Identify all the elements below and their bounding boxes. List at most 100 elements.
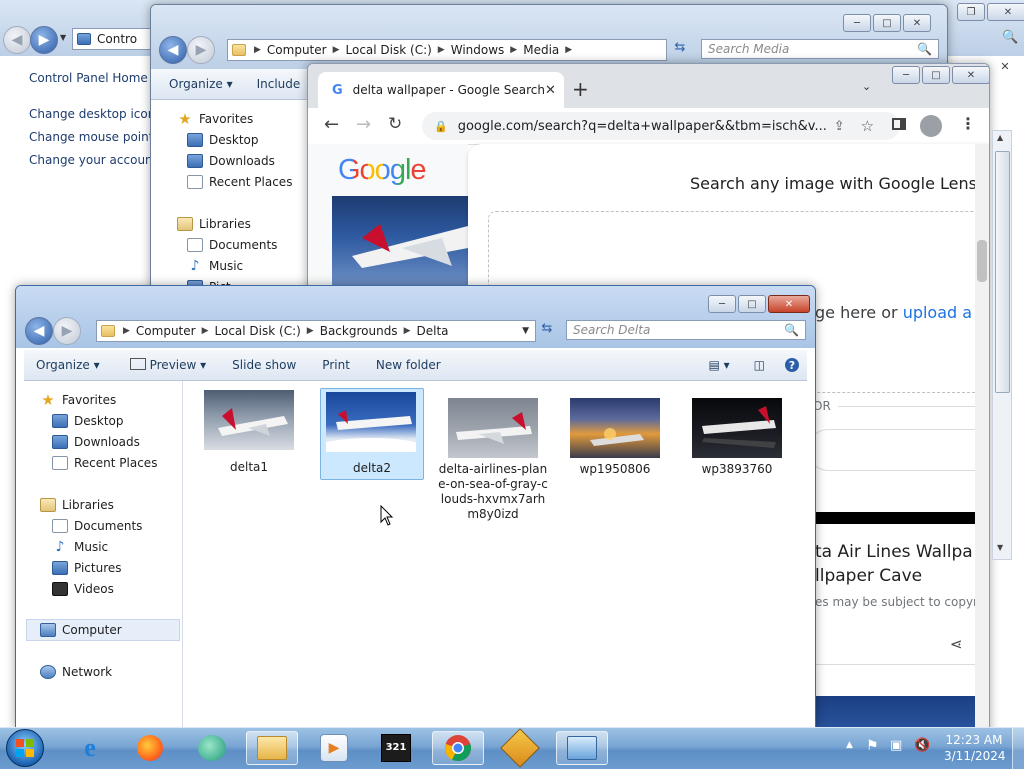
background-scrollbar[interactable]: ▲ ▼ [992, 130, 1012, 560]
breadcrumb-backgrounds[interactable]: Backgrounds [320, 324, 398, 338]
maximize-button[interactable]: □ [922, 66, 950, 84]
image-link-input[interactable] [808, 429, 989, 471]
organize-menu[interactable]: Organize ▾ [165, 75, 237, 93]
forward-icon[interactable]: → [356, 114, 371, 135]
file-item[interactable]: wp3893760 [682, 388, 792, 478]
media-player-classic-icon[interactable]: 321 [370, 731, 422, 765]
change-desktop-icons-link[interactable]: Change desktop icons [29, 107, 162, 121]
new-tab-button[interactable]: + [572, 77, 589, 101]
minimize-button[interactable]: ─ [892, 66, 920, 84]
change-mouse-pointer-link[interactable]: Change mouse pointer [29, 130, 166, 144]
back-button[interactable]: ◀ [25, 317, 53, 345]
nav-libraries[interactable]: Libraries [40, 498, 114, 512]
search-icon[interactable]: 🔍 [1002, 30, 1018, 45]
breadcrumb-computer[interactable]: Computer [136, 324, 196, 338]
close-button[interactable]: ✕ [987, 3, 1024, 21]
profile-avatar[interactable] [920, 115, 942, 137]
clock[interactable]: 12:23 AM 3/11/2024 [944, 732, 1006, 764]
maximize-button[interactable]: □ [738, 295, 766, 313]
winamp-icon[interactable] [494, 728, 546, 768]
preview-menu[interactable]: Preview ▾ [126, 356, 211, 374]
nav-documents[interactable]: Documents [187, 238, 277, 252]
address-bar[interactable]: ▶ Computer ▶ Local Disk (C:) ▶ Backgrounds… [96, 320, 536, 342]
reload-icon[interactable]: ↻ [388, 114, 402, 134]
omnibox[interactable]: 🔒 google.com/search?q=delta+wallpaper&&t… [422, 112, 900, 140]
nav-music[interactable]: ♪ Music [52, 540, 109, 554]
breadcrumb-local-disk[interactable]: Local Disk (C:) [346, 43, 432, 57]
include-menu[interactable]: Include [253, 75, 305, 93]
new-folder-button[interactable]: New folder [372, 356, 445, 374]
organize-menu[interactable]: Organize ▾ [32, 356, 104, 374]
nav-desktop[interactable]: Desktop [187, 133, 259, 147]
page-scrollbar[interactable] [975, 144, 989, 744]
forward-button[interactable]: ▶ [30, 26, 58, 54]
breadcrumb-media[interactable]: Media [523, 43, 559, 57]
volume-muted-icon[interactable]: 🔇 [914, 738, 930, 753]
nav-downloads[interactable]: Downloads [52, 435, 140, 449]
search-icon[interactable]: 🔍 [784, 323, 799, 337]
print-button[interactable]: Print [318, 356, 354, 374]
file-item[interactable]: delta-airlines-plane-on-sea-of-gray-clou… [438, 388, 548, 528]
minimize-button[interactable]: ─ [843, 14, 871, 32]
action-center-icon[interactable]: ⚑ [866, 738, 879, 754]
bookmark-star-icon[interactable]: ☆ [861, 117, 874, 135]
back-button[interactable]: ◀ [159, 36, 187, 64]
nav-network[interactable]: Network [40, 665, 112, 679]
forward-button[interactable]: ▶ [53, 317, 81, 345]
show-hidden-icons-button[interactable]: ▲ [846, 740, 853, 750]
close-button[interactable]: ✕ [768, 295, 810, 313]
back-button[interactable]: ◀ [3, 26, 31, 54]
search-input[interactable]: Search Delta 🔍 [566, 320, 806, 340]
media-player-icon[interactable]: ▶ [308, 731, 360, 765]
scroll-down-arrow[interactable]: ▼ [997, 543, 1003, 552]
control-panel-home-link[interactable]: Control Panel Home [29, 71, 148, 85]
internet-explorer-icon[interactable]: e [64, 731, 116, 765]
search-icon[interactable]: 🔍 [917, 42, 932, 56]
nav-recent-places[interactable]: Recent Places [187, 175, 292, 189]
start-button[interactable] [6, 729, 44, 767]
search-input[interactable]: Search Media 🔍 [701, 39, 939, 59]
restore-button[interactable]: ❐ [957, 3, 985, 21]
nav-libraries[interactable]: Libraries [177, 217, 251, 231]
scrollbar-thumb[interactable] [977, 240, 987, 282]
nav-videos[interactable]: Videos [52, 582, 114, 596]
chrome-tab[interactable]: G delta wallpaper - Google Search ✕ [318, 72, 564, 108]
result-dark-banner[interactable] [815, 512, 989, 524]
chrome-menu-icon[interactable]: ⋮ [960, 114, 976, 133]
share-icon[interactable]: ⇪ [834, 119, 845, 134]
slideshow-button[interactable]: Slide show [228, 356, 300, 374]
preview-pane-icon[interactable]: ◫ [750, 356, 769, 374]
nav-favorites[interactable]: ★ Favorites [40, 393, 116, 408]
close-button[interactable]: ✕ [903, 14, 931, 32]
file-item-selected[interactable]: delta2 [320, 388, 424, 480]
forward-button[interactable]: ▶ [187, 36, 215, 64]
nav-downloads[interactable]: Downloads [187, 154, 275, 168]
windows-explorer-icon[interactable] [246, 731, 298, 765]
firefox-icon[interactable] [124, 731, 176, 765]
network-tray-icon[interactable]: ▣ [890, 738, 902, 753]
nav-favorites[interactable]: ★ Favorites [177, 112, 253, 127]
nav-desktop[interactable]: Desktop [52, 414, 124, 428]
control-panel-icon[interactable] [556, 731, 608, 765]
breadcrumb-windows[interactable]: Windows [451, 43, 505, 57]
result-thumbnail-plane[interactable] [332, 196, 468, 286]
close-button[interactable]: ✕ [952, 66, 989, 84]
breadcrumb-computer[interactable]: Computer [267, 43, 327, 57]
help-icon[interactable]: ? [785, 358, 799, 372]
breadcrumb-local-disk[interactable]: Local Disk (C:) [215, 324, 301, 338]
back-icon[interactable]: ← [324, 114, 339, 135]
address-dropdown-icon[interactable]: ▼ [522, 326, 529, 336]
minimize-button[interactable]: ─ [708, 295, 736, 313]
change-view-icon[interactable]: ▤ ▾ [704, 356, 733, 374]
tab-search-icon[interactable]: ⌄ [862, 80, 871, 93]
chrome-icon[interactable] [432, 731, 484, 765]
tab-close-icon[interactable]: ✕ [545, 83, 556, 98]
nav-recent-places[interactable]: Recent Places [52, 456, 157, 470]
breadcrumb-delta[interactable]: Delta [416, 324, 448, 338]
side-panel-icon[interactable] [892, 118, 906, 130]
file-item[interactable]: wp1950806 [560, 388, 670, 478]
chat-app-icon[interactable] [186, 731, 238, 765]
maximize-button[interactable]: □ [873, 14, 901, 32]
show-desktop-button[interactable] [1012, 728, 1024, 769]
change-account-link[interactable]: Change your account p [29, 153, 169, 167]
